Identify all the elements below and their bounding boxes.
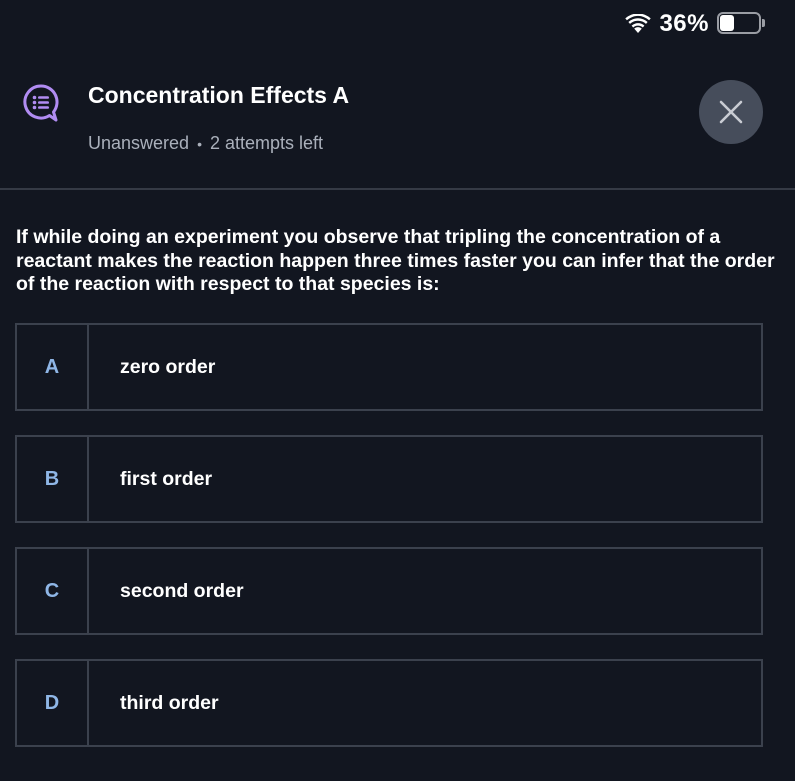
- battery-tip: [762, 19, 765, 27]
- option-a[interactable]: A zero order: [15, 323, 763, 411]
- battery-icon: [717, 12, 765, 36]
- option-label: third order: [120, 691, 219, 714]
- option-c[interactable]: C second order: [15, 547, 763, 635]
- status-separator: •: [197, 135, 202, 152]
- option-label: zero order: [120, 355, 216, 378]
- attempts-left: 2 attempts left: [209, 133, 324, 153]
- option-label: second order: [120, 579, 244, 602]
- close-button[interactable]: [699, 80, 763, 144]
- status-bar: 36%: [625, 8, 765, 40]
- battery-percentage: 36%: [659, 10, 709, 37]
- attempt-status: Unanswered • 2 attempts left: [88, 133, 323, 154]
- answer-options: A zero order B first order C second orde…: [15, 323, 763, 771]
- option-d[interactable]: D third order: [15, 659, 763, 747]
- quiz-page: 36% Concentration Effects A Unanswered •…: [0, 0, 795, 781]
- battery-fill: [720, 15, 734, 31]
- answer-status: Unanswered: [88, 133, 190, 153]
- close-icon: [719, 100, 743, 124]
- option-b[interactable]: B first order: [15, 435, 763, 523]
- option-letter: B: [17, 437, 89, 521]
- option-label: first order: [120, 467, 213, 490]
- option-letter: D: [17, 661, 89, 745]
- page-title: Concentration Effects A: [88, 82, 350, 108]
- quiz-chat-icon: [23, 84, 59, 122]
- question-text: If while doing an experiment you observe…: [16, 226, 775, 295]
- wifi-icon: [625, 14, 652, 33]
- header-divider: [0, 188, 795, 190]
- question-header: Concentration Effects A Unanswered • 2 a…: [0, 70, 795, 188]
- option-letter: A: [17, 325, 89, 409]
- option-letter: C: [17, 549, 89, 633]
